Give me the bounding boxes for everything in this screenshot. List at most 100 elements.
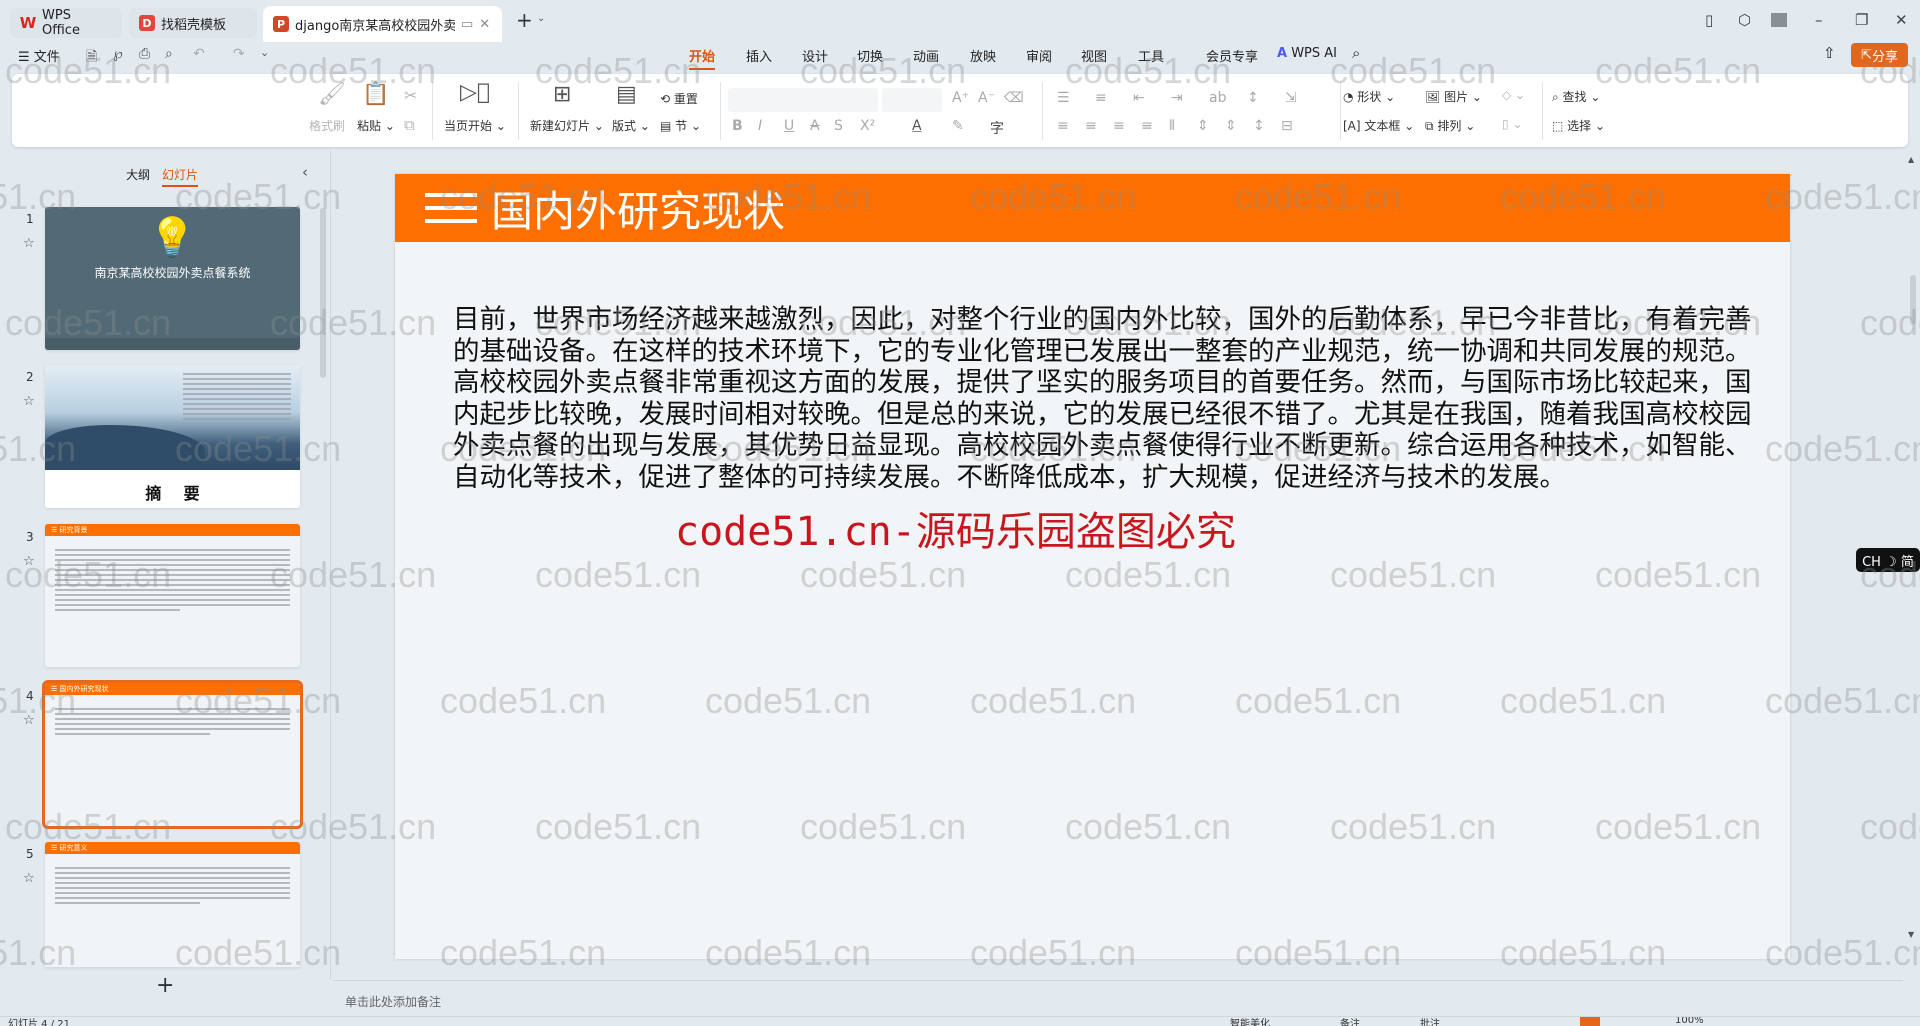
- font-color-icon[interactable]: A: [912, 118, 922, 134]
- font-size-select[interactable]: [882, 88, 942, 112]
- search-icon[interactable]: ⌕: [1352, 44, 1360, 62]
- cut-icon[interactable]: ✂: [404, 86, 417, 105]
- slide-thumbnail-3[interactable]: ☰ 研究背景: [45, 524, 300, 667]
- ime-indicator[interactable]: CH ☽ 简: [1856, 548, 1920, 572]
- select-button[interactable]: ⬚ 选择 ⌄: [1552, 117, 1605, 134]
- minimize-icon[interactable]: –: [1815, 11, 1823, 29]
- redo-icon[interactable]: ↷: [233, 46, 245, 62]
- arrange-button[interactable]: ⧉ 排列 ⌄: [1425, 117, 1475, 134]
- tab-slides[interactable]: 幻灯片: [162, 166, 199, 187]
- sort-icon[interactable]: ↕: [1247, 90, 1259, 106]
- more-icon[interactable]: ⌄: [260, 46, 269, 59]
- justify-icon[interactable]: ≡: [1141, 118, 1153, 134]
- slide-title[interactable]: 国内外研究现状: [491, 178, 785, 239]
- strikethrough-icon[interactable]: A: [810, 118, 820, 134]
- underline-icon[interactable]: U: [784, 118, 794, 134]
- beautify-button[interactable]: 智能美化: [1230, 1017, 1270, 1026]
- picture-button[interactable]: 🖼 图片 ⌄: [1425, 88, 1482, 105]
- clear-format-icon[interactable]: ⌫: [1004, 90, 1024, 106]
- outdent-icon[interactable]: ⇤: [1133, 90, 1145, 106]
- menu-tab-5[interactable]: 放映: [970, 46, 996, 65]
- notes-toggle[interactable]: 备注: [1340, 1017, 1360, 1026]
- format-painter-icon[interactable]: 🖌: [318, 82, 346, 107]
- font-shrink-icon[interactable]: A⁻: [978, 90, 995, 106]
- slide-thumbnail-4[interactable]: ☰ 国内外研究现状: [42, 680, 303, 829]
- menu-tab-4[interactable]: 动画: [913, 46, 939, 65]
- comments-toggle[interactable]: 批注: [1420, 1017, 1440, 1026]
- textbox-button[interactable]: [A] 文本框 ⌄: [1343, 117, 1414, 134]
- collapse-panel-icon[interactable]: ‹: [302, 163, 308, 181]
- tab-document[interactable]: P django南京某高校校园外卖 ▭ ✕: [263, 6, 502, 42]
- spacing-icon[interactable]: ↕: [1253, 118, 1265, 134]
- print-icon[interactable]: ⎙: [139, 46, 150, 62]
- close-window-icon[interactable]: ✕: [1895, 11, 1908, 29]
- avatar[interactable]: [1771, 13, 1787, 27]
- new-tab-button[interactable]: +: [516, 8, 533, 32]
- paste-icon[interactable]: 📋: [362, 82, 389, 107]
- menu-tab-0[interactable]: 开始: [689, 46, 716, 70]
- star-icon[interactable]: ☆: [23, 236, 35, 251]
- layout-icon[interactable]: ▤: [616, 82, 637, 107]
- menu-tab-3[interactable]: 切换: [857, 46, 883, 65]
- menu-tab-1[interactable]: 插入: [746, 46, 772, 65]
- text-direction-icon[interactable]: ab: [1209, 90, 1226, 106]
- shadow-icon[interactable]: S: [834, 118, 843, 134]
- zoom-level[interactable]: 100%: [1675, 1017, 1704, 1026]
- save-icon[interactable]: 🗎: [86, 46, 97, 70]
- tab-outline[interactable]: 大纲: [126, 166, 150, 183]
- share-link-icon[interactable]: ℘: [113, 46, 123, 62]
- new-slide-button[interactable]: 新建幻灯片 ⌄: [530, 117, 604, 134]
- bullets-icon[interactable]: ☰: [1057, 90, 1070, 106]
- tab-wps-office[interactable]: W WPS Office: [10, 8, 122, 38]
- file-menu[interactable]: ☰ 文件: [18, 46, 60, 65]
- close-tab-icon[interactable]: ✕: [479, 17, 490, 32]
- play-slideshow-button[interactable]: [1580, 1017, 1600, 1026]
- italic-icon[interactable]: I: [758, 118, 762, 134]
- align-center-icon[interactable]: ≡: [1085, 118, 1097, 134]
- menu-tab-9[interactable]: 会员专享: [1206, 46, 1258, 65]
- section-button[interactable]: ▤ 节 ⌄: [660, 117, 701, 134]
- chevron-down-icon[interactable]: ⌄: [537, 13, 545, 24]
- slide-thumbnail-1[interactable]: 💡 南京某高校校园外卖点餐系统: [45, 207, 300, 350]
- outline-icon[interactable]: ▯ ⌄: [1502, 117, 1522, 131]
- monitor-icon[interactable]: ▭: [461, 17, 473, 32]
- add-slide-button[interactable]: +: [156, 973, 174, 998]
- highlight-icon[interactable]: ✎: [952, 118, 964, 134]
- phonetic-icon[interactable]: 字: [990, 118, 1004, 138]
- undo-icon[interactable]: ↶: [193, 46, 205, 62]
- text-fit-icon[interactable]: ⇲: [1285, 90, 1297, 106]
- format-painter-button[interactable]: 格式刷: [309, 117, 345, 134]
- menu-tab-6[interactable]: 审阅: [1026, 46, 1052, 65]
- columns-icon[interactable]: ⫴: [1169, 118, 1175, 134]
- menu-tab-8[interactable]: 工具: [1138, 46, 1164, 65]
- notes-area[interactable]: 单击此处添加备注: [333, 980, 1903, 1016]
- star-icon[interactable]: ☆: [23, 554, 35, 569]
- play-from-current-button[interactable]: 当页开始 ⌄: [444, 117, 506, 134]
- copy-icon[interactable]: ⧉: [404, 116, 415, 134]
- star-icon[interactable]: ☆: [23, 394, 35, 409]
- superscript-icon[interactable]: X²: [860, 118, 875, 134]
- bold-icon[interactable]: B: [732, 118, 743, 134]
- numbering-icon[interactable]: ≡: [1095, 90, 1107, 106]
- new-slide-icon[interactable]: ⊞: [553, 82, 571, 107]
- paste-button[interactable]: 粘贴 ⌄: [357, 117, 395, 134]
- cube-icon[interactable]: ⬡: [1738, 11, 1751, 29]
- cloud-upload-icon[interactable]: ⇧: [1823, 44, 1836, 62]
- menu-tab-7[interactable]: 视图: [1081, 46, 1107, 65]
- indent-icon[interactable]: ⇥: [1171, 90, 1183, 106]
- print-preview-icon[interactable]: ⌕: [165, 46, 173, 62]
- reset-button[interactable]: ⟲ 重置: [660, 90, 698, 107]
- smart-art-icon[interactable]: ⊟: [1281, 118, 1293, 134]
- restore-icon[interactable]: ❐: [1855, 11, 1868, 29]
- shape-button[interactable]: ◔ 形状 ⌄: [1343, 88, 1395, 105]
- line-spacing-icon[interactable]: ⇕: [1197, 118, 1209, 134]
- font-family-select[interactable]: [728, 88, 878, 112]
- star-icon[interactable]: ☆: [23, 871, 35, 886]
- fill-icon[interactable]: ◇ ⌄: [1502, 88, 1525, 102]
- para-spacing-icon[interactable]: ⇕: [1225, 118, 1237, 134]
- layout-button[interactable]: 版式 ⌄: [612, 117, 650, 134]
- panel-scrollbar[interactable]: [320, 208, 326, 378]
- play-icon[interactable]: ▷⃝: [460, 80, 490, 105]
- slide-thumbnail-2[interactable]: 摘 要: [45, 365, 300, 508]
- layout-icon[interactable]: ▯: [1705, 11, 1713, 29]
